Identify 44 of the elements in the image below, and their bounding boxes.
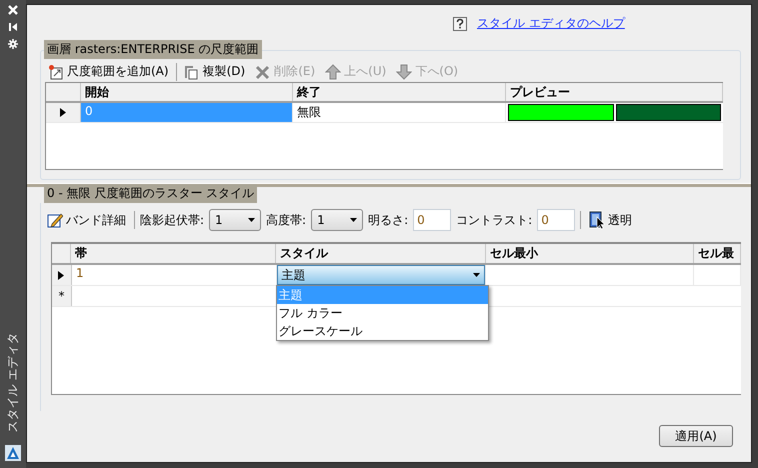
field-label: コントラスト: [456,212,532,228]
table-cell: 無限 [293,103,506,122]
dropdown-option[interactable]: グレースケール [276,322,488,340]
section-title: 画層 rasters:ENTERPRISE の尺度範囲 [44,40,262,59]
new-row-marker: * [58,289,64,303]
close-icon[interactable] [8,5,18,15]
up-arrow-icon [325,64,342,80]
gear-icon[interactable] [8,39,18,49]
copy-icon [184,64,200,80]
caret-icon [350,218,358,222]
input-field[interactable]: 0 [413,209,452,231]
input-field[interactable]: 0 [537,209,576,231]
field-label: 高度帯: [266,212,306,228]
x-icon [255,64,272,80]
dropdown-option[interactable]: フル カラー [276,304,488,322]
toolbar-button[interactable]: 尺度範囲を追加(A) [45,63,172,80]
column-header: 終了 [293,83,506,101]
column-header: セル最小 [486,244,694,263]
toolbar-button[interactable]: バンド詳細 [44,212,129,228]
help-link[interactable]: スタイル エディタのヘルプ [477,15,625,32]
toolbar-button[interactable]: 複製(D) [180,63,248,80]
transparency-icon [589,211,606,229]
column-header: セル最 [694,244,741,263]
field-label: 陰影起伏帯: [140,212,204,228]
caret-icon [473,273,480,277]
column-header: 開始 [81,83,293,101]
dropdown[interactable]: 主題 [276,265,486,285]
dropdown[interactable]: 1 [311,209,364,231]
help-icon [453,16,467,30]
toolbar-button[interactable]: 透明 [586,211,636,229]
field-label: 明るさ: [368,212,408,228]
panel-title: スタイル エディタ [4,332,20,432]
add-icon [48,64,64,80]
column-header: プレビュー [506,83,723,101]
logo-icon [5,445,21,461]
dropdown[interactable]: 1 [209,209,262,231]
column-header: スタイル [276,244,486,263]
pin-icon[interactable] [8,22,18,32]
pencil-icon [47,212,63,228]
down-arrow-icon [396,64,412,80]
column-header: 帯 [71,244,276,263]
caret-icon [248,218,256,222]
apply-button[interactable]: 適用(A) [659,425,733,447]
section-title: 0 - 無限 尺度範囲のラスター スタイル [44,184,258,203]
